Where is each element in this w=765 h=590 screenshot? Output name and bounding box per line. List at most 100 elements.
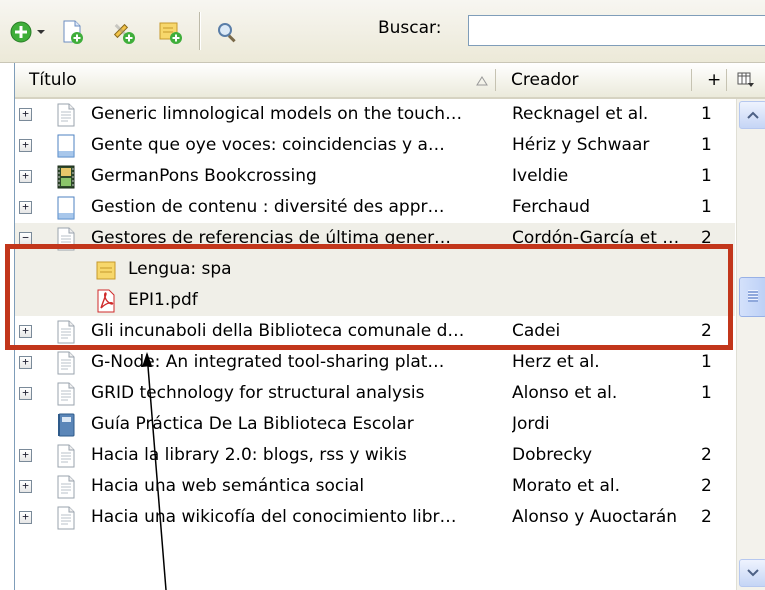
expand-toggle[interactable]: +: [19, 170, 32, 183]
new-item-from-document-button[interactable]: [57, 17, 87, 47]
chevron-down-icon: [37, 30, 45, 34]
item-creator: Cadei: [512, 321, 561, 341]
item-count: 2: [701, 507, 712, 527]
expand-toggle[interactable]: +: [19, 356, 32, 369]
item-creator: Herz et al.: [512, 352, 600, 372]
column-divider[interactable]: [691, 69, 692, 91]
table-row[interactable]: + GermanPons Bookcrossing Iveldie 1: [15, 161, 735, 192]
document-icon: [55, 475, 77, 499]
pencil-icon: [113, 23, 135, 44]
table-row[interactable]: + Gente que oye voces: coincidencias y a……: [15, 130, 735, 161]
item-creator: Recknagel et al.: [512, 104, 649, 124]
collapse-toggle[interactable]: −: [19, 232, 32, 245]
table-row[interactable]: − Gestores de referencias de última gener…: [15, 223, 735, 254]
item-creator: Cordón-García et …: [512, 228, 680, 248]
document-icon: [55, 506, 77, 530]
sort-ascending-icon: [476, 76, 488, 86]
item-title: G-Node: An integrated tool-sharing plat…: [91, 352, 445, 372]
blank-page-icon: [55, 134, 77, 158]
item-title: Gli incunaboli della Biblioteca comunale…: [91, 321, 465, 341]
pdf-icon: [95, 289, 117, 313]
item-count: 1: [701, 166, 712, 186]
item-list: + Generic limnological models on the touc…: [15, 99, 735, 533]
expand-toggle[interactable]: +: [19, 108, 32, 121]
item-creator: Dobrecky: [512, 445, 593, 465]
add-icon: [10, 21, 32, 43]
item-title: GermanPons Bookcrossing: [91, 166, 317, 186]
table-row[interactable]: + Hacia una web semántica social Morato et…: [15, 471, 735, 502]
item-title: Guía Práctica De La Biblioteca Escolar: [91, 414, 414, 434]
document-icon: [55, 351, 77, 375]
table-row[interactable]: + Hacia la library 2.0: blogs, rss y wiki…: [15, 440, 735, 471]
expand-toggle[interactable]: +: [19, 449, 32, 462]
item-count: 1: [701, 197, 712, 217]
book-icon: [55, 413, 77, 437]
document-icon: [55, 103, 77, 127]
chevron-up-icon: [747, 111, 759, 119]
new-item-button[interactable]: [6, 17, 36, 47]
column-divider[interactable]: [495, 69, 496, 91]
scroll-up-button[interactable]: [739, 101, 765, 129]
table-row[interactable]: + Gestion de contenu : diversité des appr…: [15, 192, 735, 223]
table-row[interactable]: + Hacia una wikicofía del conocimiento li…: [15, 502, 735, 533]
item-title: GRID technology for structural analysis: [91, 383, 425, 403]
table-row[interactable]: + GRID technology for structural analysis…: [15, 378, 735, 409]
attachment-row[interactable]: EPI1.pdf: [15, 285, 735, 316]
expand-toggle[interactable]: +: [19, 511, 32, 524]
new-note-button[interactable]: [155, 17, 185, 47]
document-icon: [55, 382, 77, 406]
item-creator: Iveldie: [512, 166, 569, 186]
item-count: 2: [701, 476, 712, 496]
attachment-row[interactable]: Lengua: spa: [15, 254, 735, 285]
item-creator: Alonso et al.: [512, 383, 618, 403]
chevron-down-icon: [747, 569, 759, 577]
item-title: Gestion de contenu : diversité des appr…: [91, 197, 445, 217]
table-row[interactable]: Guía Práctica De La Biblioteca Escolar Jo…: [15, 409, 735, 440]
item-creator: Jordi: [512, 414, 550, 434]
new-item-dropdown[interactable]: [34, 17, 48, 47]
column-divider[interactable]: [726, 69, 727, 91]
table-row[interactable]: + Generic limnological models on the touc…: [15, 99, 735, 130]
item-count: 1: [701, 352, 712, 372]
advanced-search-button[interactable]: [212, 17, 242, 47]
item-title: Hacia una web semántica social: [91, 476, 365, 496]
item-creator: Ferchaud: [512, 197, 591, 217]
item-creator: Alonso y Auoctarán: [512, 507, 678, 527]
item-title: Generic limnological models on the touch…: [91, 104, 463, 124]
magnifier-icon: [218, 23, 236, 43]
search-input[interactable]: [468, 15, 765, 46]
item-title: Hacia la library 2.0: blogs, rss y wikis: [91, 445, 407, 465]
item-title: Lengua: spa: [128, 259, 232, 279]
new-document-icon: [63, 20, 83, 44]
item-count: 1: [701, 104, 712, 124]
item-title: EPI1.pdf: [128, 290, 198, 310]
column-creator[interactable]: Creador: [511, 63, 579, 97]
expand-toggle[interactable]: +: [19, 480, 32, 493]
items-tree: Título Creador + + Generic limnological m…: [14, 63, 765, 590]
vertical-scrollbar[interactable]: [736, 99, 765, 590]
item-creator: Hériz y Schwaar: [512, 135, 650, 155]
blank-page-icon: [55, 196, 77, 220]
item-count: 2: [701, 228, 712, 248]
item-count: 1: [701, 383, 712, 403]
expand-toggle[interactable]: +: [19, 139, 32, 152]
item-title: Gente que oye voces: coincidencias y a…: [91, 135, 445, 155]
table-row[interactable]: + Gli incunaboli della Biblioteca comunal…: [15, 316, 735, 347]
new-note-icon: [159, 22, 182, 44]
column-extra[interactable]: +: [707, 63, 721, 97]
table-row[interactable]: + G-Node: An integrated tool-sharing plat…: [15, 347, 735, 378]
item-title: Gestores de referencias de última gener…: [91, 228, 452, 248]
scroll-thumb[interactable]: [739, 277, 765, 317]
scroll-down-button[interactable]: [739, 559, 765, 587]
toolbar-separator: [199, 12, 201, 50]
expand-toggle[interactable]: +: [19, 325, 32, 338]
toolbar: Buscar:: [0, 0, 765, 63]
film-icon: [55, 165, 77, 189]
add-attachment-button[interactable]: [108, 17, 138, 47]
expand-toggle[interactable]: +: [19, 201, 32, 214]
column-title[interactable]: Título: [29, 63, 77, 97]
search-label: Buscar:: [378, 18, 442, 38]
expand-toggle[interactable]: +: [19, 387, 32, 400]
item-count: 2: [701, 321, 712, 341]
document-icon: [55, 444, 77, 468]
